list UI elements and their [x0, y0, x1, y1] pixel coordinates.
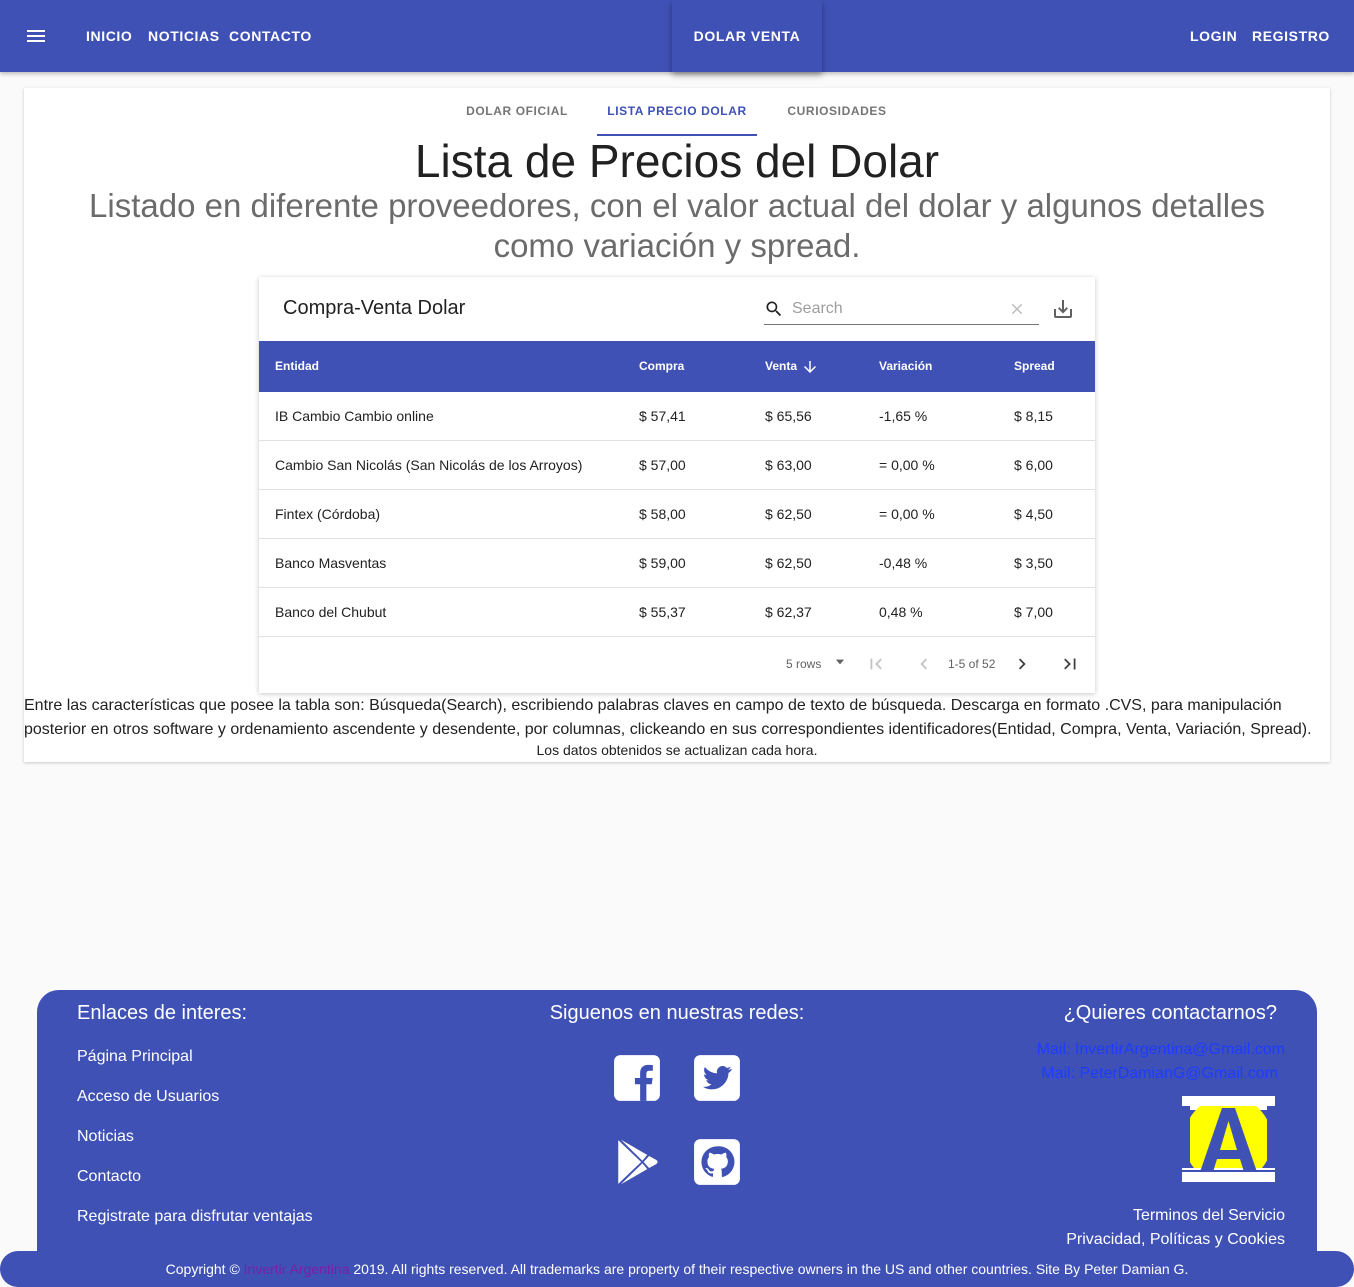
price-table: Compra-Venta Dolar Entidad Compra Venta …	[259, 277, 1095, 693]
cell-venta: $ 62,50	[765, 555, 812, 571]
table-header: Entidad Compra Venta Variación Spread	[259, 341, 1095, 392]
page-title: Lista de Precios del Dolar	[414, 135, 940, 187]
register-link[interactable]: REGISTRO	[1252, 0, 1330, 72]
cell-venta: $ 62,37	[765, 604, 812, 620]
tab-dolar-oficial[interactable]: DOLAR OFICIAL	[454, 88, 580, 136]
cell-spread: $ 8,15	[1014, 408, 1053, 424]
copyright-suffix: 2019. All rights reserved. All trademark…	[349, 1261, 1189, 1277]
cell-spread: $ 3,50	[1014, 555, 1053, 571]
google-play-icon[interactable]	[612, 1137, 662, 1187]
facebook-icon[interactable]	[612, 1053, 662, 1103]
rows-per-page-select[interactable]: 5 rows	[786, 657, 821, 671]
page-info: 1-5 of 52	[948, 657, 996, 671]
table-row[interactable]: Fintex (Córdoba) $ 58,00 $ 62,50 = 0,00 …	[259, 490, 1095, 539]
next-page-icon[interactable]	[1011, 653, 1033, 675]
copyright-prefix: Copyright ©	[165, 1261, 244, 1277]
github-icon[interactable]	[692, 1137, 742, 1187]
footer: Enlaces de interes: Página Principal Acc…	[37, 990, 1317, 1287]
last-page-icon[interactable]	[1059, 653, 1081, 675]
table-row[interactable]: IB Cambio Cambio online $ 57,41 $ 65,56 …	[259, 392, 1095, 441]
cell-compra: $ 55,37	[639, 604, 686, 620]
brand-link[interactable]: Invertir Argentina	[244, 1261, 350, 1277]
search-icon	[766, 301, 782, 317]
cell-compra: $ 59,00	[639, 555, 686, 571]
nav-noticias[interactable]: NOTICIAS	[148, 0, 220, 72]
cell-variacion: -0,48 %	[879, 555, 928, 571]
copyright-bar: Copyright © Invertir Argentina 2019. All…	[0, 1251, 1354, 1287]
footer-link-acceso-usuarios[interactable]: Acceso de Usuarios	[77, 1088, 219, 1106]
cell-entidad: Banco Masventas	[275, 555, 387, 571]
column-header-venta-label: Venta	[765, 359, 798, 373]
tab-curiosidades[interactable]: CURIOSIDADES	[774, 88, 900, 136]
cell-spread: $ 6,00	[1014, 457, 1053, 473]
table-row[interactable]: Cambio San Nicolás (San Nicolás de los A…	[259, 441, 1095, 490]
cell-variacion: = 0,00 %	[879, 506, 935, 522]
mail-link-invertir[interactable]: Mail: InvertirArgentina@Gmail.com	[1037, 1041, 1285, 1059]
update-note: Los datos obtenidos se actualizan cada h…	[536, 742, 818, 758]
arrow-down-icon	[804, 360, 817, 373]
column-header-entidad[interactable]: Entidad	[275, 341, 319, 392]
footer-link-pagina-principal[interactable]: Página Principal	[77, 1048, 193, 1066]
pagination: 5 rows 1-5 of 52	[259, 637, 1095, 693]
login-link[interactable]: LOGIN	[1190, 0, 1237, 72]
table-title: Compra-Venta Dolar	[283, 297, 466, 319]
mail-link-peter[interactable]: Mail: PeterDamianG@Gmail.com	[1041, 1065, 1278, 1083]
footer-link-contacto[interactable]: Contacto	[77, 1168, 141, 1186]
column-header-variacion[interactable]: Variación	[879, 341, 932, 392]
previous-page-icon[interactable]	[913, 653, 935, 675]
main-card: DOLAR OFICIAL LISTA PRECIO DOLAR CURIOSI…	[24, 88, 1330, 762]
close-icon[interactable]	[1008, 300, 1026, 318]
privacy-link[interactable]: Privacidad, Políticas y Cookies	[1066, 1231, 1285, 1249]
nav-inicio[interactable]: INICIO	[86, 0, 132, 72]
cell-venta: $ 62,50	[765, 506, 812, 522]
dolar-venta-tab[interactable]: DOLAR VENTA	[672, 0, 822, 72]
footer-contact-title: ¿Quieres contactarnos?	[1063, 1002, 1277, 1024]
first-page-icon[interactable]	[865, 653, 887, 675]
cell-venta: $ 63,00	[765, 457, 812, 473]
footer-link-noticias[interactable]: Noticias	[77, 1128, 134, 1146]
cell-variacion: 0,48 %	[879, 604, 923, 620]
column-header-venta[interactable]: Venta	[765, 341, 819, 392]
cell-entidad: Banco del Chubut	[275, 604, 387, 620]
table-description: Entre las características que posee la t…	[24, 697, 1312, 738]
cell-venta: $ 65,56	[765, 408, 812, 424]
cell-entidad: Cambio San Nicolás (San Nicolás de los A…	[275, 457, 583, 473]
top-app-bar: INICIO NOTICIAS CONTACTO DOLAR VENTA LOG…	[0, 0, 1354, 72]
search-input[interactable]	[792, 297, 992, 321]
terms-link[interactable]: Terminos del Servicio	[1133, 1207, 1285, 1225]
page-subtitle: Listado en diferente proveedores, con el…	[89, 187, 1265, 264]
twitter-icon[interactable]	[692, 1053, 742, 1103]
cell-compra: $ 58,00	[639, 506, 686, 522]
nav-contacto[interactable]: CONTACTO	[229, 0, 312, 72]
cell-entidad: IB Cambio Cambio online	[275, 408, 434, 424]
footer-link-registrate[interactable]: Registrate para disfrutar ventajas	[77, 1208, 313, 1226]
cell-spread: $ 4,50	[1014, 506, 1053, 522]
table-row[interactable]: Banco Masventas $ 59,00 $ 62,50 -0,48 % …	[259, 539, 1095, 588]
cell-entidad: Fintex (Córdoba)	[275, 506, 381, 522]
site-logo	[1182, 1096, 1275, 1182]
dropdown-arrow-icon[interactable]	[833, 655, 847, 669]
column-header-compra[interactable]: Compra	[639, 341, 684, 392]
cell-spread: $ 7,00	[1014, 604, 1053, 620]
column-header-spread[interactable]: Spread	[1014, 341, 1055, 392]
table-row[interactable]: Banco del Chubut $ 55,37 $ 62,37 0,48 % …	[259, 588, 1095, 637]
menu-icon[interactable]	[24, 24, 48, 48]
search-field	[764, 295, 1039, 325]
cell-variacion: = 0,00 %	[879, 457, 935, 473]
download-icon[interactable]	[1051, 297, 1075, 321]
cell-variacion: -1,65 %	[879, 408, 928, 424]
tab-bar: DOLAR OFICIAL LISTA PRECIO DOLAR CURIOSI…	[24, 88, 1330, 136]
tab-lista-precio-dolar[interactable]: LISTA PRECIO DOLAR	[597, 88, 757, 136]
cell-compra: $ 57,41	[639, 408, 686, 424]
cell-compra: $ 57,00	[639, 457, 686, 473]
